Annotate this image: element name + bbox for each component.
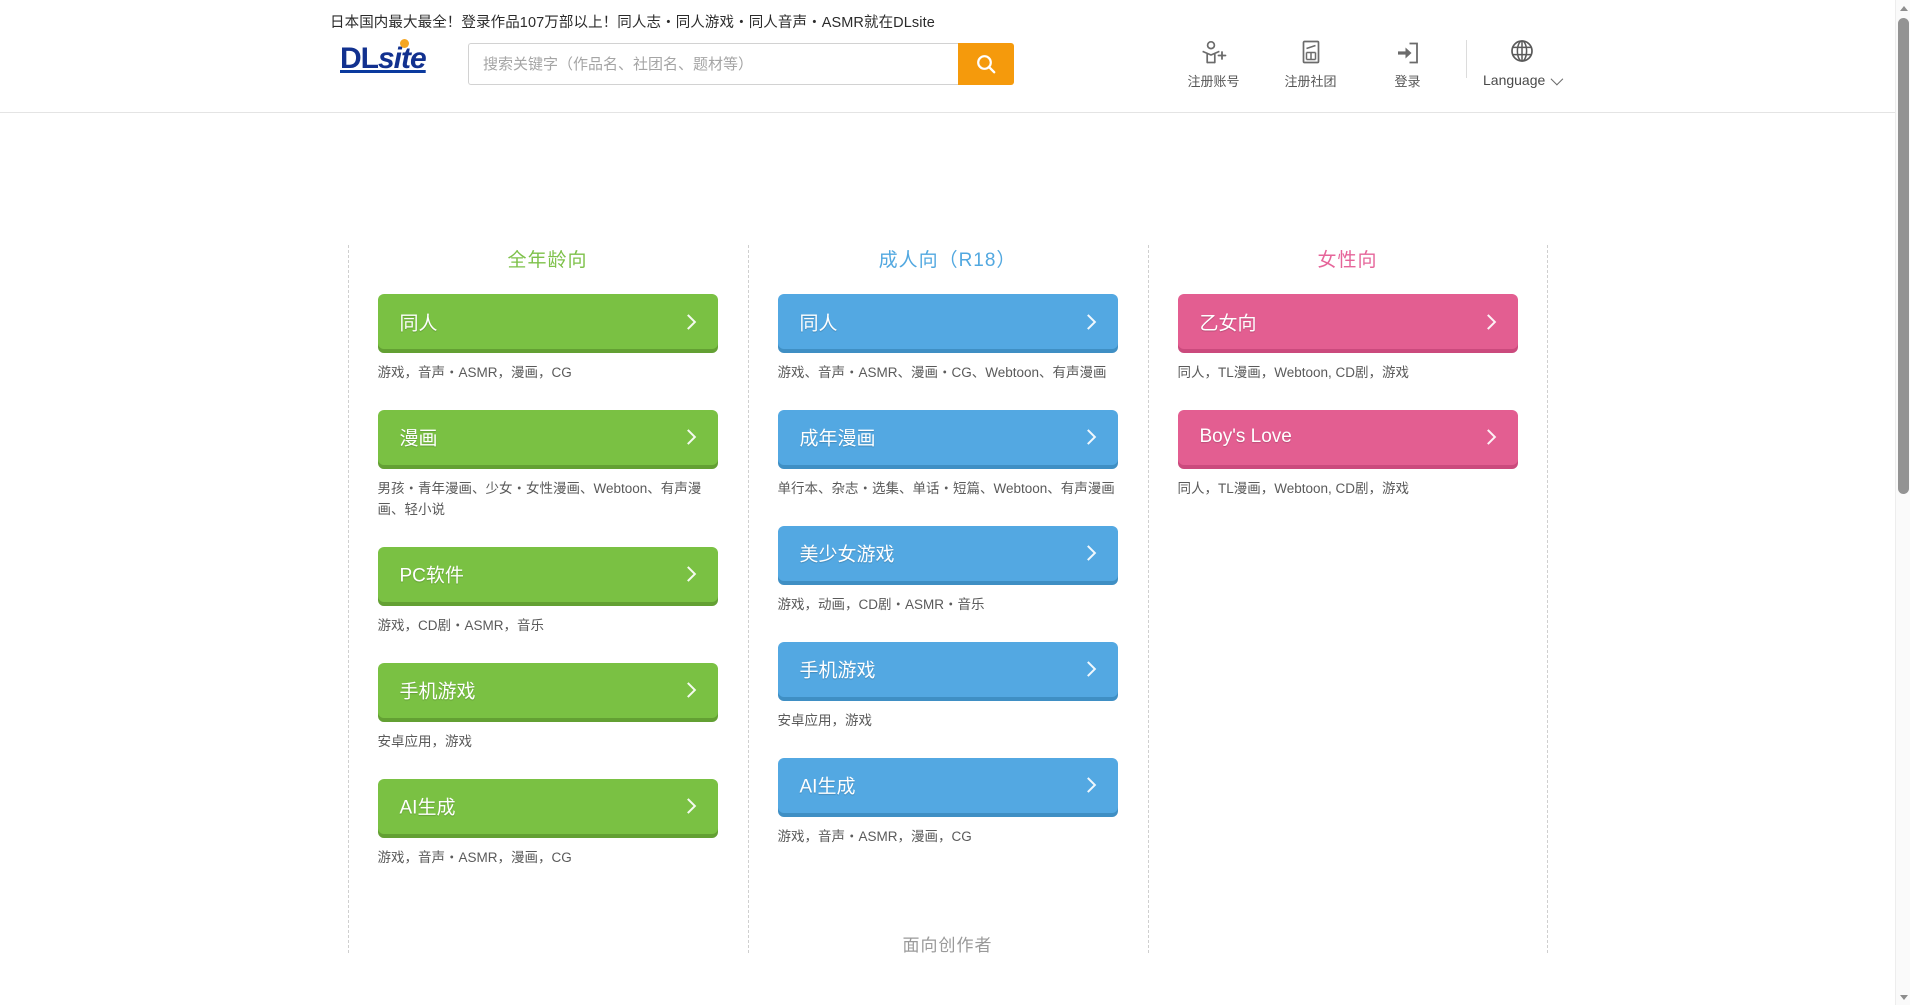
category-button[interactable]: 成年漫画 [777, 409, 1118, 465]
category-button-label: 漫画 [399, 428, 438, 450]
category-columns: 全年龄向同人游戏，音声・ASMR，漫画，CG 漫画男孩・青年漫画、少女・女性漫画、… [347, 245, 1548, 953]
category-column-for-women: 女性向乙女向同人，TL漫画，Webtoon, CD剧，游戏 Boy's Love 同… [1147, 245, 1548, 953]
category-button-label: 同人 [799, 313, 838, 334]
category-description: 单行本、杂志・选集、单话・短篇、Webtoon、有声漫画 [777, 480, 1115, 496]
chevron-right-icon [680, 429, 696, 446]
category-description: 安卓应用，游戏 [377, 733, 473, 749]
scrollbar-down-arrow[interactable] [1896, 989, 1910, 1005]
search-bar [468, 43, 1014, 85]
page-root: 日本国内最大最全！登录作品107万部以上！同人志・同人游戏・同人音声・ASMR就… [0, 0, 1910, 1005]
category-description: 游戏，音声・ASMR，漫画，CG [377, 849, 572, 865]
building-register-icon [1262, 38, 1359, 68]
chevron-right-icon [1080, 313, 1096, 330]
logo-text-dl: DL [340, 42, 379, 75]
category-button-label: 手机游戏 [799, 660, 876, 682]
login-arrow-icon [1359, 38, 1456, 68]
creator-section-title: 面向创作者 [902, 935, 993, 955]
chevron-right-icon [1080, 429, 1096, 446]
site-tagline: 日本国内最大最全！登录作品107万部以上！同人志・同人游戏・同人音声・ASMR就… [330, 15, 935, 31]
category-description: 游戏，音声・ASMR，漫画，CG [777, 828, 972, 844]
chevron-right-icon [1080, 661, 1096, 678]
search-input[interactable] [468, 43, 958, 85]
chevron-right-icon [1480, 313, 1496, 330]
category-description: 男孩・青年漫画、少女・女性漫画、Webtoon、有声漫画、轻小说 [377, 480, 702, 517]
logo-text-site: site [378, 39, 427, 75]
language-text: Language [1483, 72, 1546, 88]
category-description: 游戏，CD剧・ASMR，音乐 [377, 617, 545, 633]
category-column-adult-r18: 成人向（R18） 同人游戏、音声・ASMR、漫画・CG、Webtoon、有声漫画成… [747, 245, 1148, 953]
nav-register-account-label: 注册账号 [1187, 74, 1240, 89]
category-button[interactable]: 同人 [777, 294, 1118, 349]
main-content: 全年龄向同人游戏，音声・ASMR，漫画，CG 漫画男孩・青年漫画、少女・女性漫画、… [0, 113, 1895, 996]
nav-divider [1466, 40, 1467, 78]
language-selector[interactable]: Language [1483, 34, 1564, 88]
nav-register-account[interactable]: 注册账号 [1165, 34, 1262, 90]
scrollbar-thumb[interactable] [1898, 18, 1909, 494]
category-button[interactable]: 手机游戏 [777, 641, 1118, 697]
header-row: DL site 搜索关键字（作品名、社团名、题材等） 注册账号 注册社团 登录 … [0, 34, 1895, 94]
category-button-label: 美少女游戏 [799, 544, 895, 566]
category-button-label: PC软件 [399, 565, 464, 587]
search-button[interactable] [958, 43, 1014, 85]
category-button[interactable]: AI生成 [777, 757, 1118, 813]
creator-section: 面向创作者 [0, 931, 1895, 996]
language-label: Language [1483, 72, 1564, 88]
category-description: 游戏，音声・ASMR，漫画，CG [377, 365, 572, 380]
category-description: 同人，TL漫画，Webtoon, CD剧，游戏 [1177, 480, 1410, 496]
category-button[interactable]: 漫画 [377, 409, 718, 465]
nav-register-circle[interactable]: 注册社团 [1262, 34, 1359, 90]
category-button[interactable]: 同人 [377, 294, 718, 349]
chevron-down-icon [1550, 72, 1564, 85]
category-button-label: 成年漫画 [799, 428, 876, 450]
category-button[interactable]: 美少女游戏 [777, 525, 1118, 581]
logo-dot-icon [400, 39, 409, 48]
category-button[interactable]: Boy's Love [1177, 409, 1518, 465]
category-button-label: AI生成 [399, 797, 456, 819]
chevron-right-icon [1480, 429, 1496, 446]
chevron-right-icon [680, 798, 696, 814]
category-description: 安卓应用，游戏 [777, 712, 873, 728]
nav-login[interactable]: 登录 [1359, 34, 1456, 90]
scrollbar-up-arrow[interactable] [1896, 0, 1910, 16]
category-description: 同人，TL漫画，Webtoon, CD剧，游戏 [1177, 365, 1410, 380]
category-column-all-ages: 全年龄向同人游戏，音声・ASMR，漫画，CG 漫画男孩・青年漫画、少女・女性漫画、… [347, 245, 748, 953]
header-nav: 注册账号 注册社团 登录 Language [1165, 34, 1564, 96]
category-description: 游戏、音声・ASMR、漫画・CG、Webtoon、有声漫画 [777, 365, 1107, 380]
category-button-label: AI生成 [799, 776, 856, 798]
chevron-right-icon [1080, 545, 1096, 562]
category-button-label: Boy's Love [1199, 426, 1292, 448]
nav-register-circle-label: 注册社团 [1284, 74, 1337, 89]
column-title-adult-r18: 成人向（R18） [878, 250, 1017, 271]
chevron-right-icon [680, 313, 696, 330]
page-scrollbar[interactable] [1895, 0, 1910, 1005]
category-description: 游戏，动画，CD剧・ASMR・音乐 [777, 596, 985, 612]
column-title-all-ages: 全年龄向 [507, 250, 588, 271]
user-plus-icon [1165, 38, 1262, 68]
chevron-right-icon [680, 682, 696, 698]
category-button[interactable]: AI生成 [377, 778, 718, 834]
nav-login-label: 登录 [1394, 74, 1421, 89]
category-button-label: 乙女向 [1199, 313, 1257, 334]
category-button[interactable]: 手机游戏 [377, 662, 718, 718]
search-icon [974, 52, 998, 76]
category-button-label: 同人 [399, 313, 438, 334]
column-title-for-women: 女性向 [1317, 250, 1378, 271]
category-button[interactable]: PC软件 [377, 546, 718, 602]
chevron-right-icon [1080, 777, 1096, 793]
globe-icon [1509, 38, 1535, 69]
dlsite-logo[interactable]: DL site [340, 39, 427, 75]
chevron-right-icon [680, 566, 696, 583]
site-header: 日本国内最大最全！登录作品107万部以上！同人志・同人游戏・同人音声・ASMR就… [0, 0, 1895, 113]
category-button-label: 手机游戏 [399, 681, 476, 703]
category-button[interactable]: 乙女向 [1177, 294, 1518, 349]
